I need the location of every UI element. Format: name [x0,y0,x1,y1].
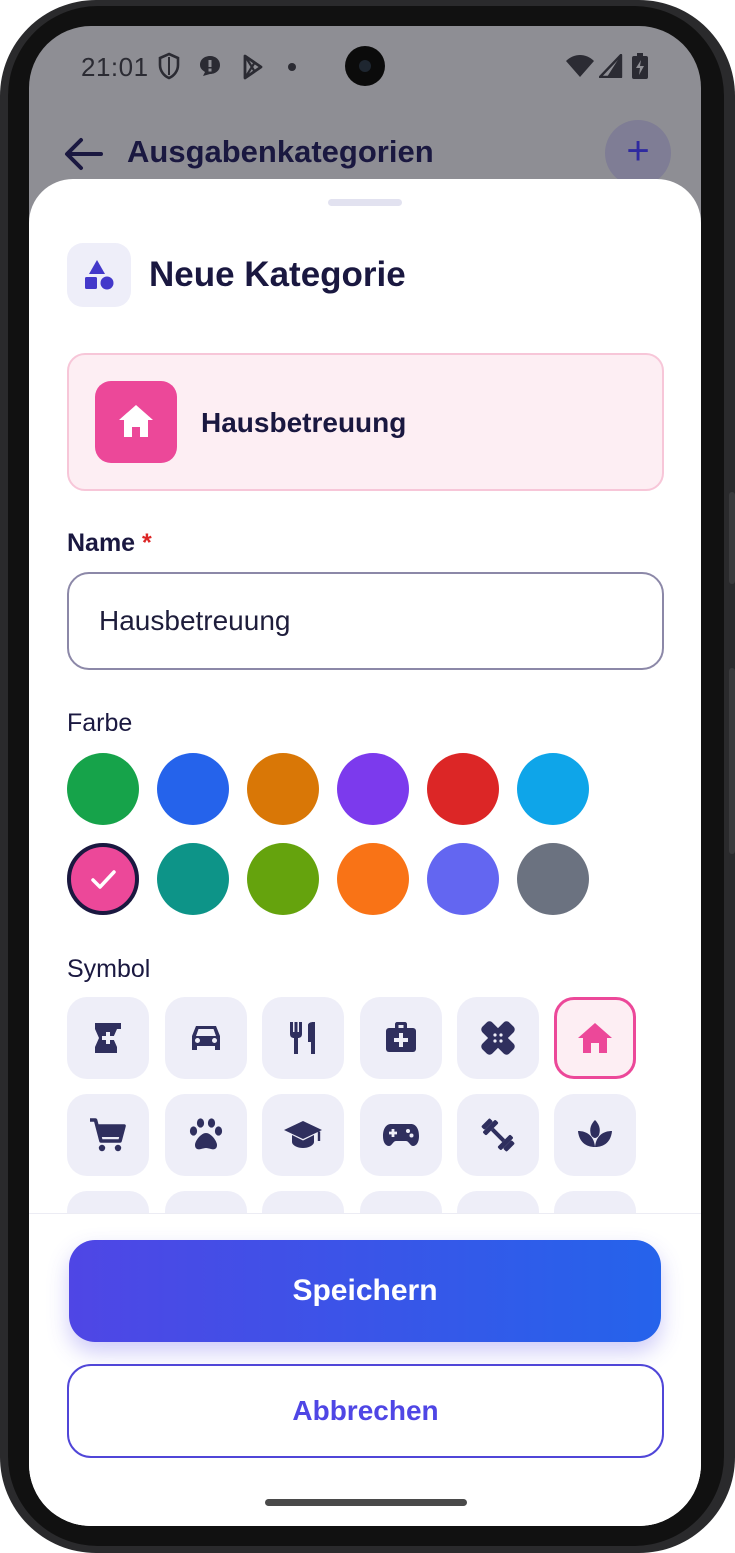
color-swatch[interactable] [427,843,499,915]
color-swatch[interactable] [427,753,499,825]
signal-icon [599,54,623,78]
symbol-option-pets[interactable] [165,1094,247,1176]
symbol-option-fitness[interactable] [457,1094,539,1176]
arrow-back-icon[interactable] [63,136,103,172]
sheet-title: Neue Kategorie [149,255,406,294]
symbol-option-gaming[interactable] [360,1094,442,1176]
symbol-option-home[interactable] [554,997,636,1079]
color-swatch[interactable] [157,753,229,825]
preview-icon-box [95,381,177,463]
symbol-grid [29,997,701,1215]
symbol-option-more[interactable] [165,1191,247,1215]
symbol-option-more[interactable] [262,1191,344,1215]
sheet-drag-handle[interactable] [328,199,402,206]
gamepad-icon [383,1124,419,1146]
category-shapes-icon [85,260,114,290]
new-category-sheet: Neue Kategorie Hausbetreuung Name * Farb… [29,179,701,1526]
color-swatch[interactable] [67,843,139,915]
sheet-header-icon-box [67,243,131,307]
symbol-option-more[interactable] [67,1191,149,1215]
wifi-icon [566,55,594,77]
symbol-option-more[interactable] [360,1191,442,1215]
dumbbell-icon [481,1118,515,1152]
cancel-button[interactable]: Abbrechen [67,1364,664,1458]
symbol-option-medical-bag[interactable] [360,997,442,1079]
name-field-label: Name * [67,529,152,558]
color-swatch[interactable] [337,753,409,825]
power-button [729,492,735,584]
category-preview-card: Hausbetreuung [67,353,664,491]
screen: 21:01 Ausgabenkategorien + Neue Kategori… [29,26,701,1526]
bandage-icon [481,1021,515,1055]
status-time: 21:01 [81,52,149,82]
name-label-text: Name [67,529,136,557]
check-icon [91,870,116,889]
preview-category-name: Hausbetreuung [201,407,407,438]
color-swatch[interactable] [247,753,319,825]
car-icon [192,1026,220,1050]
color-swatch[interactable] [517,753,589,825]
save-button[interactable]: Speichern [69,1240,661,1342]
pharmacy-icon [95,1023,121,1053]
symbol-option-car[interactable] [165,997,247,1079]
front-camera [345,46,385,86]
color-swatch[interactable] [67,753,139,825]
home-indicator[interactable] [265,1499,467,1506]
symbol-option-education[interactable] [262,1094,344,1176]
status-bar: 21:01 [29,26,701,106]
color-swatch[interactable] [247,843,319,915]
color-swatch[interactable] [157,843,229,915]
symbol-option-bandage[interactable] [457,997,539,1079]
symbol-option-shopping-cart[interactable] [67,1094,149,1176]
medical-bag-icon [386,1022,416,1052]
graduation-cap-icon [284,1121,322,1148]
dot-icon [288,63,296,71]
add-category-button[interactable]: + [605,120,671,186]
name-input[interactable] [67,572,664,670]
battery-charging-icon [632,53,648,79]
home-icon [578,1023,612,1053]
home-icon [119,405,153,437]
restaurant-icon [290,1022,315,1054]
symbol-option-restaurant[interactable] [262,997,344,1079]
color-swatch[interactable] [517,843,589,915]
volume-button [729,668,735,854]
required-marker: * [142,529,152,557]
color-section-label: Farbe [67,709,133,737]
symbol-section-label: Symbol [67,955,151,983]
play-store-icon [243,54,263,80]
symbol-option-more[interactable] [554,1191,636,1215]
shield-icon [158,52,180,80]
notification-bubble-icon [200,56,220,76]
sheet-footer: Speichern Abbrechen [29,1213,701,1526]
symbol-option-more[interactable] [457,1191,539,1215]
spa-icon [578,1120,612,1147]
app-bar-title: Ausgabenkategorien [127,134,434,169]
symbol-option-pharmacy[interactable] [67,997,149,1079]
shopping-cart-icon [90,1118,126,1152]
paw-icon [189,1118,223,1150]
color-swatch[interactable] [337,843,409,915]
symbol-option-wellness[interactable] [554,1094,636,1176]
